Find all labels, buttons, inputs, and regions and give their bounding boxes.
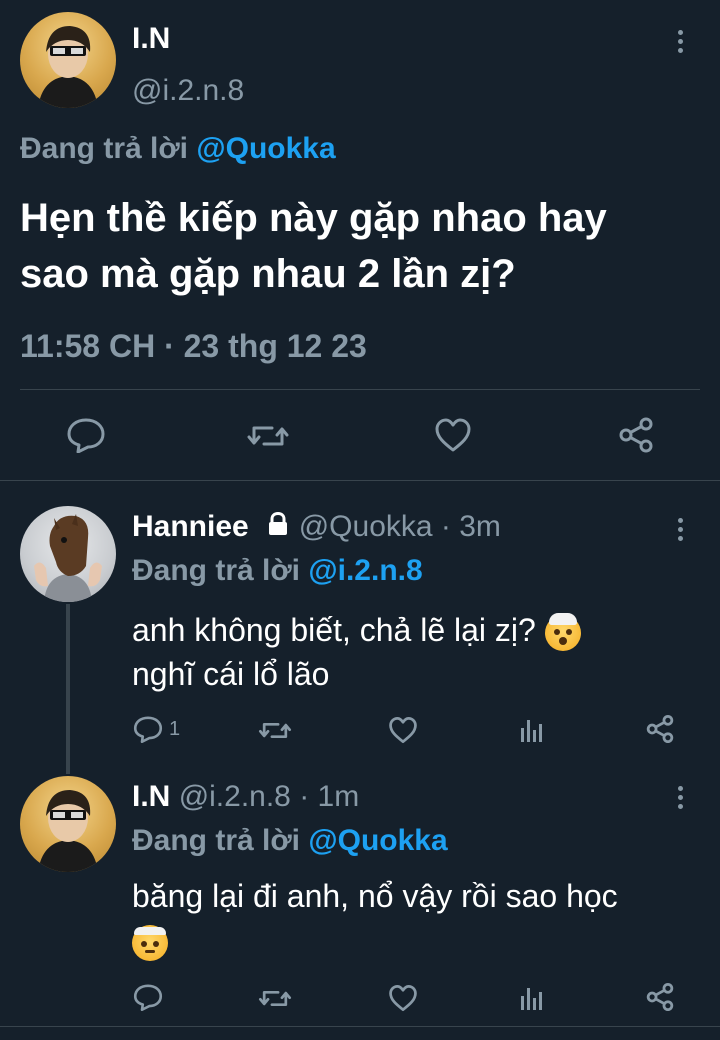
- tweet-timestamp[interactable]: 11:58 CH · 23 thg 12 23: [20, 328, 367, 365]
- divider: [0, 1026, 720, 1027]
- reply-text-line-1: anh không biết, chả lẽ lại zị?: [132, 612, 536, 648]
- replying-to-link[interactable]: @Quokka: [308, 824, 447, 857]
- face-with-bandage-emoji-icon: [132, 924, 168, 961]
- thread-line: [66, 604, 70, 774]
- shocked-face-emoji-icon: [544, 612, 581, 651]
- retweet-icon[interactable]: [246, 420, 290, 452]
- replying-to-link[interactable]: @i.2.n.8: [308, 554, 422, 587]
- reply-text: anh không biết, chả lẽ lại zị? nghĩ cái …: [132, 608, 702, 696]
- author-avatar[interactable]: [20, 776, 116, 872]
- more-options-icon[interactable]: [670, 786, 690, 809]
- reply-action[interactable]: [133, 983, 169, 1011]
- like-icon[interactable]: [434, 417, 472, 453]
- author-avatar[interactable]: [20, 506, 116, 602]
- reply-header: I.N @i.2.n.8 · 1m: [132, 780, 359, 814]
- reply-icon[interactable]: [133, 715, 163, 743]
- author-name[interactable]: I.N: [132, 780, 170, 813]
- replying-to-line: Đang trả lời @Quokka: [20, 132, 336, 166]
- reply-action[interactable]: 1: [133, 715, 180, 743]
- author-avatar[interactable]: [20, 12, 116, 108]
- replying-to-line: Đang trả lời @Quokka: [132, 824, 448, 858]
- reply-text-line: [132, 918, 707, 962]
- retweet-icon[interactable]: [258, 986, 292, 1011]
- replying-to-line: Đang trả lời @i.2.n.8: [132, 554, 423, 588]
- reply-count: 1: [169, 717, 181, 740]
- tweet-text-line: Hẹn thề kiếp này gặp nhao hay: [20, 196, 607, 240]
- share-icon[interactable]: [645, 982, 675, 1012]
- share-icon[interactable]: [617, 416, 655, 454]
- more-options-icon[interactable]: [670, 518, 690, 541]
- more-options-icon[interactable]: [670, 30, 690, 53]
- reply-text-line-2: nghĩ cái lổ lão: [132, 656, 330, 692]
- retweet-icon[interactable]: [258, 718, 292, 743]
- reply-header: Hanniee @Quokka · 3m: [132, 510, 501, 544]
- handle-time[interactable]: @i.2.n.8 · 1m: [179, 780, 360, 813]
- replying-prefix: Đang trả lời: [132, 554, 301, 587]
- author-handle[interactable]: @i.2.n.8: [132, 74, 244, 108]
- handle-time[interactable]: @Quokka · 3m: [299, 510, 501, 544]
- analytics-icon[interactable]: [519, 716, 545, 744]
- author-name[interactable]: I.N: [132, 22, 170, 56]
- analytics-icon[interactable]: [519, 984, 545, 1012]
- reply-text-line-1: băng lại đi anh, nổ vậy rồi sao học: [132, 878, 618, 914]
- tweet-text: Hẹn thề kiếp này gặp nhao hay sao mà gặp…: [20, 190, 710, 302]
- replying-to-link[interactable]: @Quokka: [196, 132, 335, 165]
- replying-prefix: Đang trả lời: [20, 132, 189, 165]
- lock-icon: [267, 510, 289, 544]
- author-name[interactable]: Hanniee: [132, 510, 249, 544]
- share-icon[interactable]: [645, 714, 675, 744]
- reply-icon[interactable]: [66, 417, 106, 453]
- divider: [0, 480, 720, 481]
- tweet-text-line: sao mà gặp nhau 2 lần zị?: [20, 252, 516, 296]
- divider: [20, 389, 700, 390]
- reply-icon[interactable]: [133, 983, 163, 1011]
- reply-text-line: anh không biết, chả lẽ lại zị?: [132, 608, 702, 652]
- replying-prefix: Đang trả lời: [132, 824, 301, 857]
- reply-text: băng lại đi anh, nổ vậy rồi sao học: [132, 874, 707, 962]
- like-icon[interactable]: [388, 716, 418, 744]
- like-icon[interactable]: [388, 984, 418, 1012]
